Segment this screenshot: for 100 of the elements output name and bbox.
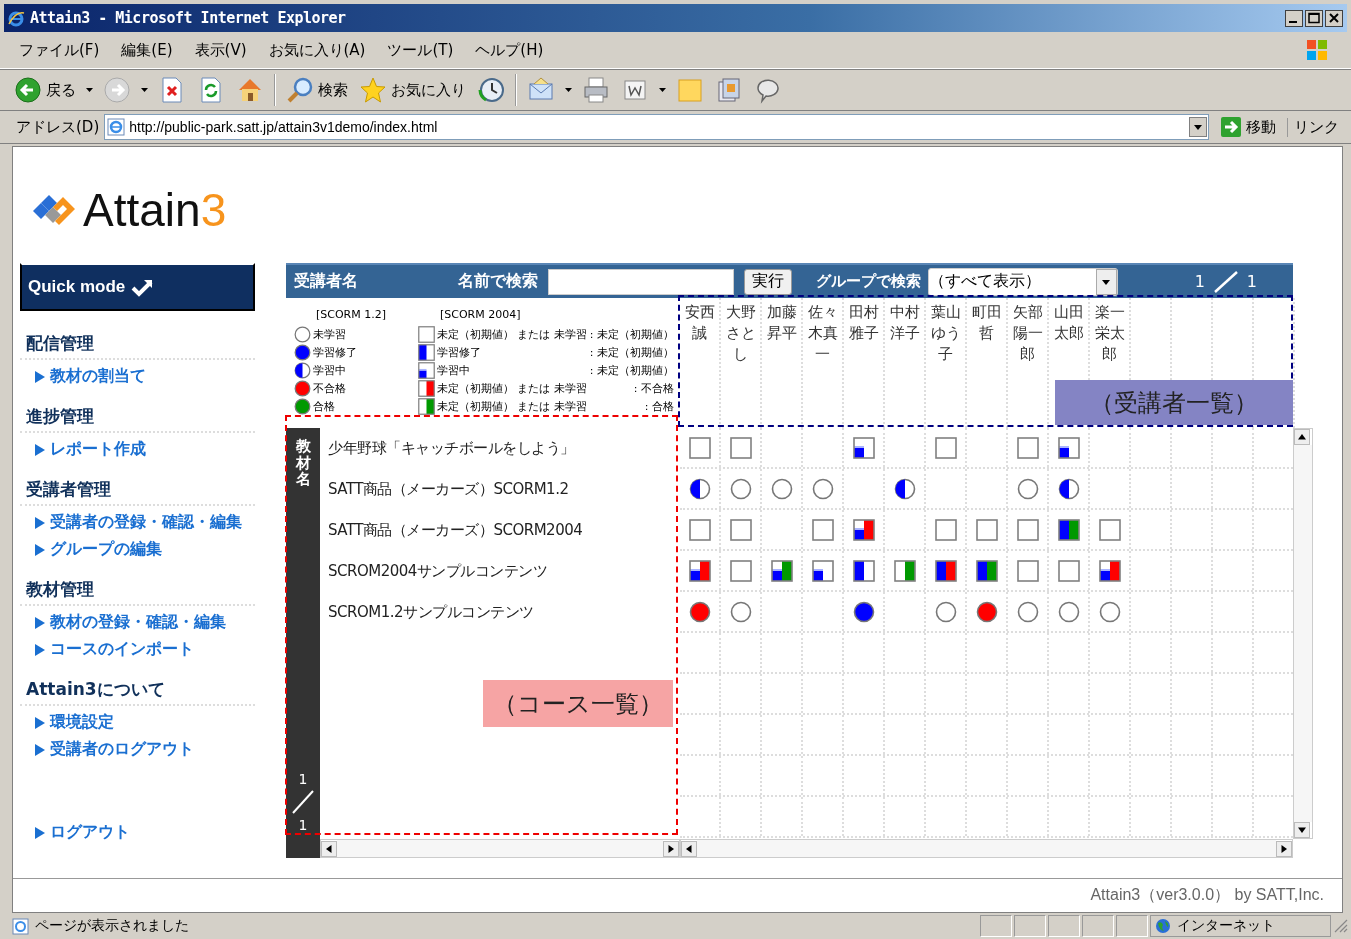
triangle-icon bbox=[34, 515, 46, 530]
annotation-label: （受講者一覧） bbox=[1055, 380, 1293, 425]
caret-icon[interactable] bbox=[141, 88, 148, 92]
logout-link[interactable]: ログアウト bbox=[34, 821, 255, 844]
legend-result: : 不合格 bbox=[633, 380, 674, 396]
page-number: 1 bbox=[1194, 272, 1205, 291]
address-label: アドレス(D) bbox=[16, 117, 100, 137]
horizontal-scrollbar[interactable] bbox=[680, 839, 1293, 858]
sidebar-link[interactable]: 受講者のログアウト bbox=[34, 738, 255, 761]
status-pane bbox=[980, 915, 1012, 937]
status-circle-icon bbox=[1057, 477, 1080, 500]
status-pane bbox=[1116, 915, 1148, 937]
slash-icon bbox=[291, 789, 315, 815]
legend-label: 学習修了 bbox=[437, 344, 482, 360]
course-title[interactable]: SCROM2004サンプルコンテンツ bbox=[328, 562, 548, 581]
section-title: 教材管理 bbox=[20, 574, 255, 606]
sidebar-link[interactable]: 教材の登録・確認・編集 bbox=[34, 611, 255, 634]
student-name: 町田哲 bbox=[970, 302, 1003, 344]
sidebar-link[interactable]: レポート作成 bbox=[34, 438, 255, 461]
status-circle-icon bbox=[729, 477, 752, 500]
status-circle-icon bbox=[811, 477, 834, 500]
maximize-icon[interactable] bbox=[1305, 9, 1323, 27]
menu-item[interactable]: お気に入り(A) bbox=[259, 38, 375, 62]
history-icon bbox=[477, 76, 505, 104]
student-name: 田村雅子 bbox=[847, 302, 880, 344]
menu-item[interactable]: 表示(V) bbox=[185, 38, 256, 62]
resize-grip-icon[interactable] bbox=[1333, 918, 1349, 934]
window-title: Attain3 - Microsoft Internet Explorer bbox=[30, 9, 347, 27]
annotation-label: （コース一覧） bbox=[483, 680, 673, 727]
forward-icon bbox=[103, 76, 131, 104]
student-name: 中村洋子 bbox=[888, 302, 921, 344]
status-circle-icon bbox=[852, 600, 875, 623]
menu-item[interactable]: ファイル(F) bbox=[10, 38, 109, 62]
course-title[interactable]: SATT商品（メーカーズ）SCORM1.2 bbox=[328, 480, 569, 499]
close-icon[interactable] bbox=[1325, 9, 1343, 27]
favorites-button[interactable]: お気に入り bbox=[355, 74, 470, 106]
links-button[interactable]: リンク bbox=[1287, 117, 1345, 137]
sidebar-link[interactable]: 教材の割当て bbox=[34, 365, 255, 388]
status-text: ページが表示されました bbox=[35, 917, 189, 935]
status-circle-icon bbox=[1016, 600, 1039, 623]
status-circle-icon bbox=[688, 600, 711, 623]
student-name: 大野さとし bbox=[724, 302, 757, 365]
menu-item[interactable]: ツール(T) bbox=[378, 38, 463, 62]
caret-icon[interactable] bbox=[565, 88, 572, 92]
legend-label: 未定（初期値） または 未学習 bbox=[437, 380, 588, 396]
status-circle-icon bbox=[294, 325, 311, 343]
caret-icon[interactable] bbox=[659, 88, 666, 92]
status-pane bbox=[1048, 915, 1080, 937]
student-name: 葉山ゆう子 bbox=[929, 302, 962, 365]
triangle-icon bbox=[34, 615, 46, 630]
sidebar-link[interactable]: グループの編集 bbox=[34, 538, 255, 561]
section-title: 配信管理 bbox=[20, 328, 255, 360]
status-circle-icon bbox=[294, 361, 311, 379]
legend-title: [SCORM 2004] bbox=[439, 308, 522, 323]
status-circle-icon bbox=[294, 379, 311, 397]
quick-mode-button[interactable]: Quick mode bbox=[20, 263, 255, 311]
page-count: 1 bbox=[1246, 272, 1257, 291]
search-button[interactable]: 検索 bbox=[282, 74, 352, 106]
folder-icon bbox=[676, 76, 704, 104]
name-search-field[interactable] bbox=[548, 268, 734, 295]
go-button[interactable]: 移動 bbox=[1214, 116, 1282, 138]
status-circle-icon bbox=[729, 600, 752, 623]
triangle-icon bbox=[34, 742, 46, 757]
student-name: 加藤昇平 bbox=[765, 302, 798, 344]
back-icon bbox=[14, 76, 42, 104]
triangle-icon bbox=[34, 642, 46, 657]
caret-icon[interactable] bbox=[86, 88, 93, 92]
menu-item[interactable]: ヘルプ(H) bbox=[466, 38, 553, 62]
legend-label: 不合格 bbox=[313, 380, 346, 396]
minimize-icon[interactable] bbox=[1285, 9, 1303, 27]
logo-mark-icon bbox=[31, 193, 77, 227]
menu-item[interactable]: 編集(E) bbox=[112, 38, 182, 62]
sidebar-link[interactable]: 受講者の登録・確認・編集 bbox=[34, 511, 255, 534]
run-button[interactable]: 実行 bbox=[744, 268, 792, 295]
windows-logo-icon bbox=[1305, 38, 1329, 62]
course-title[interactable]: SCROM1.2サンプルコンテンツ bbox=[328, 603, 534, 622]
search-icon bbox=[286, 76, 314, 104]
legend-label: 合格 bbox=[313, 398, 335, 414]
group-select[interactable]: （すべて表示） bbox=[928, 267, 1118, 296]
sidebar-link[interactable]: コースのインポート bbox=[34, 638, 255, 661]
dropdown-icon[interactable] bbox=[1096, 268, 1117, 295]
course-title[interactable]: 少年野球「キャッチボールをしよう」 bbox=[328, 439, 575, 458]
horizontal-scrollbar[interactable] bbox=[320, 839, 680, 858]
status-circle-icon bbox=[688, 477, 711, 500]
back-button[interactable]: 戻る bbox=[10, 74, 80, 106]
legend-label: 学習修了 bbox=[313, 344, 357, 360]
triangle-icon bbox=[34, 442, 46, 457]
triangle-icon bbox=[34, 369, 46, 384]
course-title[interactable]: SATT商品（メーカーズ）SCORM2004 bbox=[328, 521, 583, 540]
dropdown-icon[interactable] bbox=[1189, 117, 1207, 137]
section-title: Attain3について bbox=[20, 674, 255, 706]
page-count: 1 bbox=[298, 817, 308, 833]
slash-icon bbox=[1212, 269, 1239, 294]
legend-label: 学習中 bbox=[313, 362, 346, 378]
vertical-scrollbar[interactable] bbox=[1293, 428, 1313, 839]
print-icon bbox=[582, 76, 610, 104]
legend-label: 未学習 bbox=[313, 326, 346, 342]
status-pane bbox=[1014, 915, 1046, 937]
sidebar-link[interactable]: 環境設定 bbox=[34, 711, 255, 734]
address-field[interactable]: http://public-park.satt.jp/attain3v1demo/index.html bbox=[104, 114, 1209, 140]
